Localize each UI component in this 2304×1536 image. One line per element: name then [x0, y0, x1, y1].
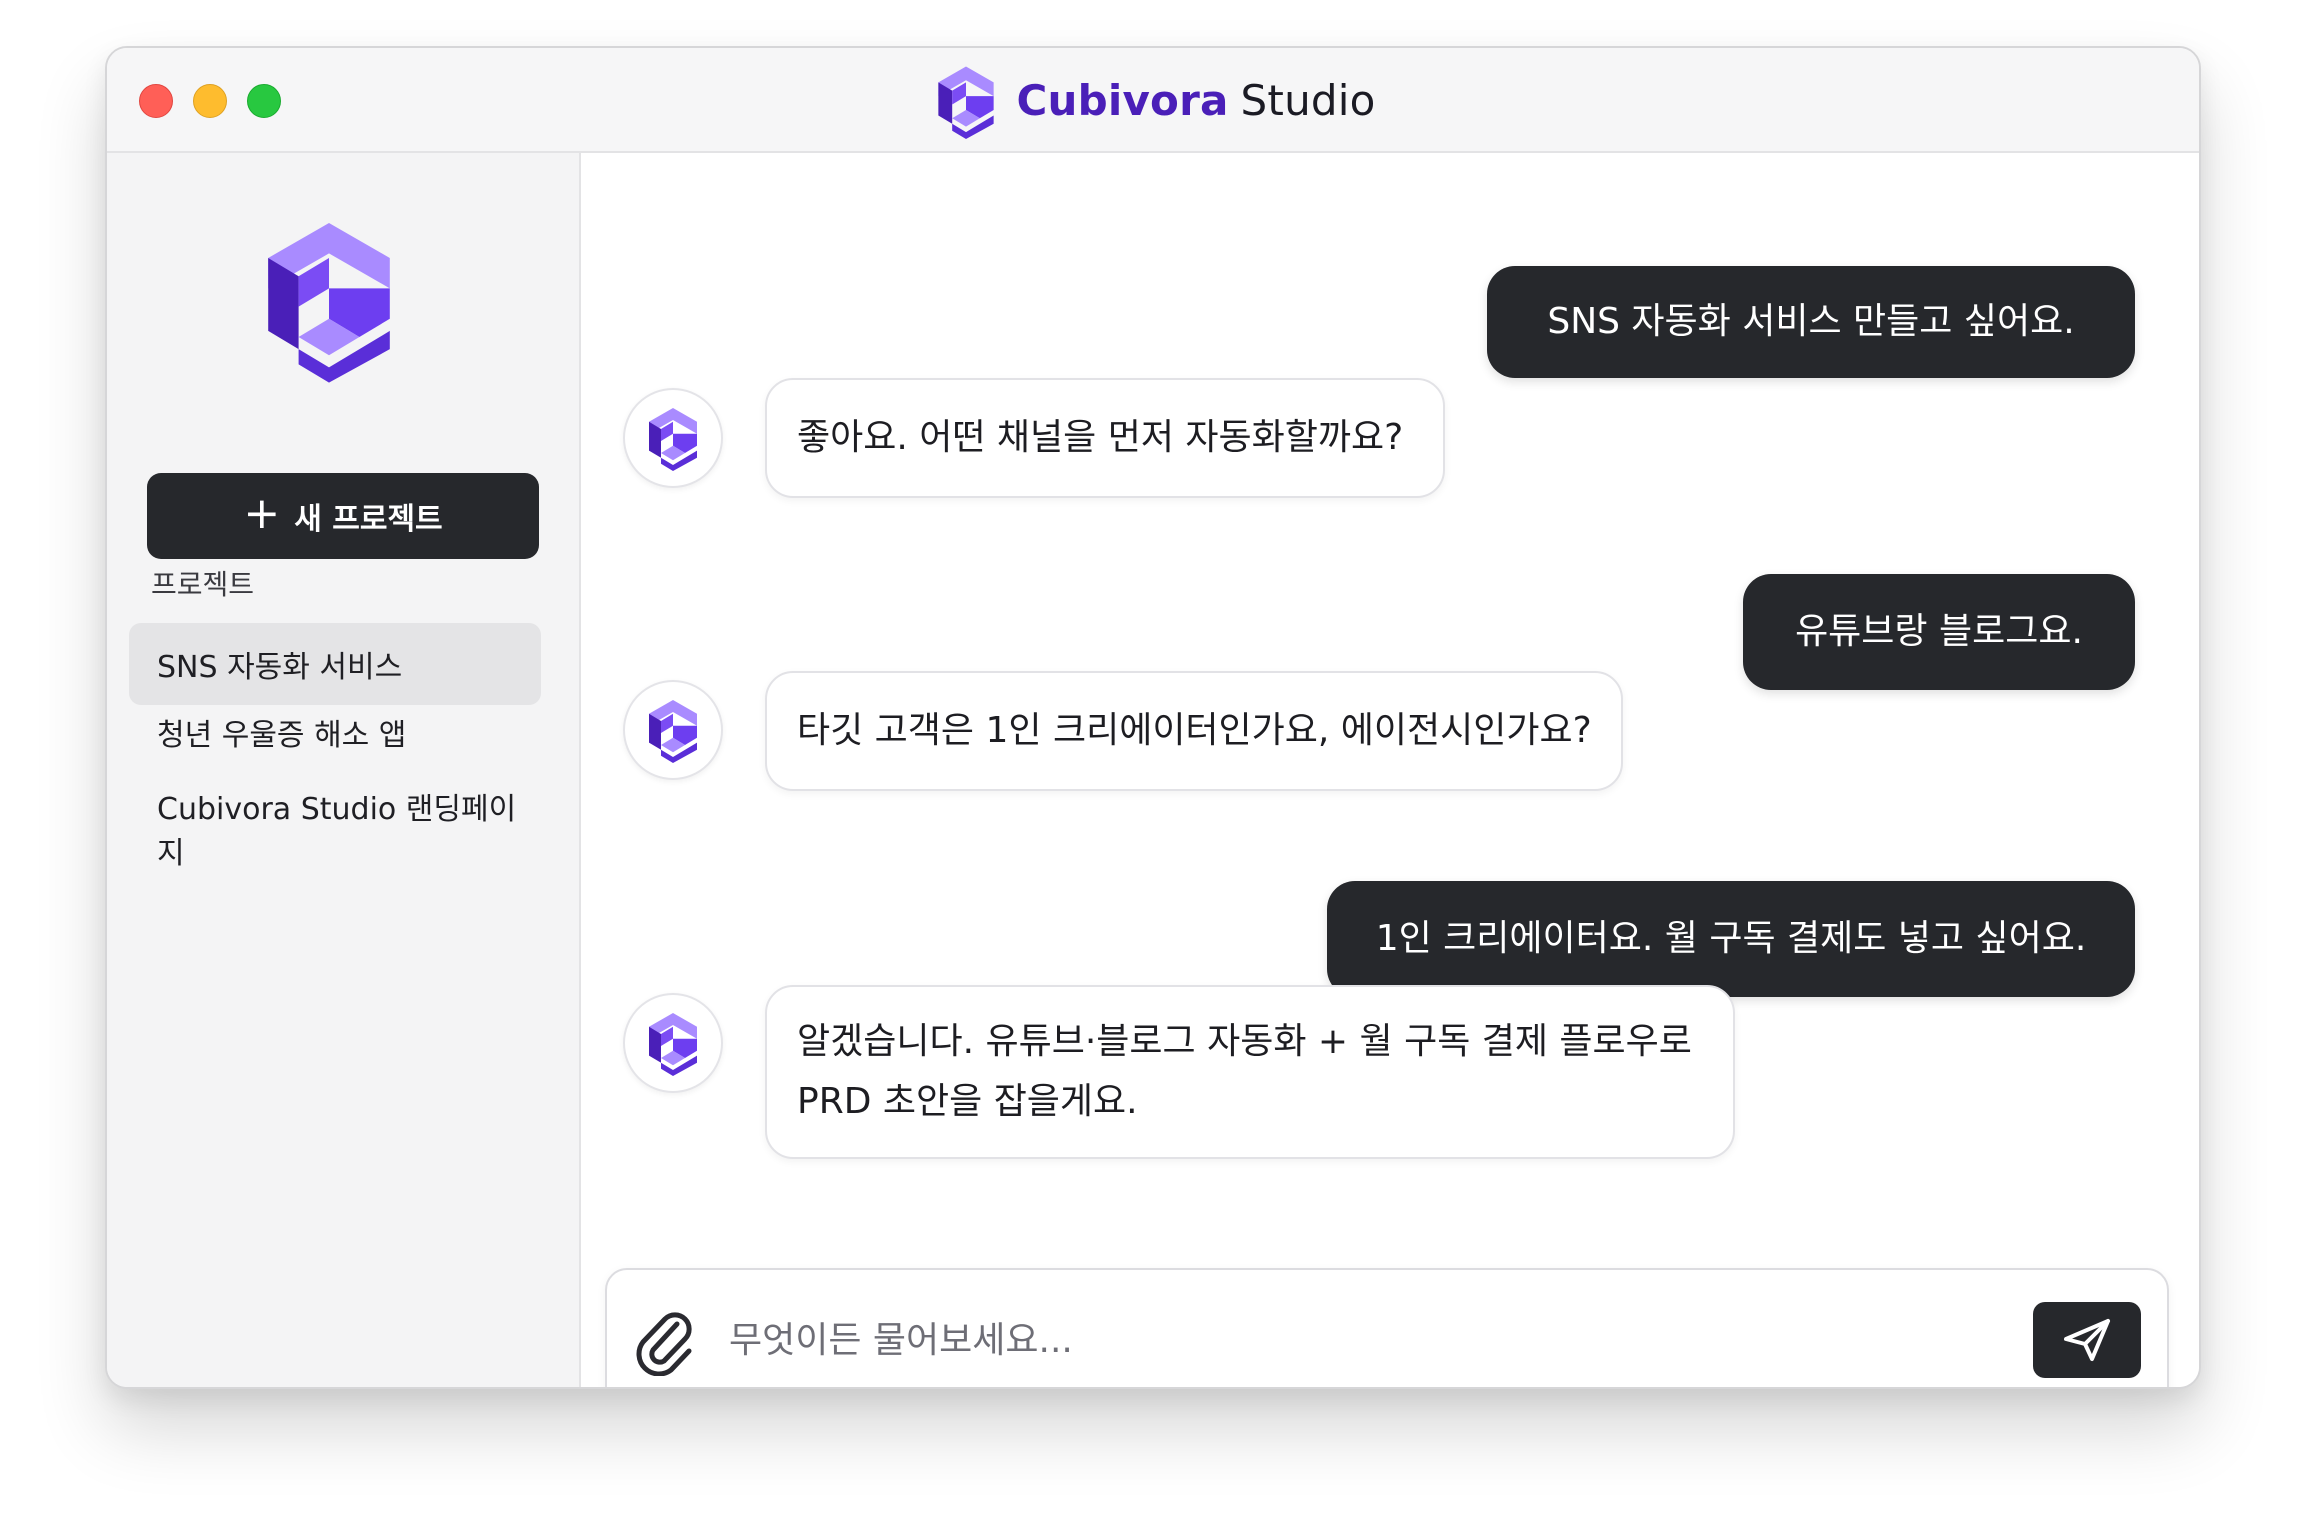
sidebar: + 새 프로젝트 프로젝트 SNS 자동화 서비스 청년 우울증 해소 앱 Cu…	[107, 153, 581, 1387]
brand-name: Cubivora	[1016, 76, 1229, 125]
brand-suffix: Studio	[1240, 76, 1376, 125]
plus-icon: +	[243, 488, 281, 539]
assistant-avatar	[623, 680, 723, 780]
user-message: SNS 자동화 서비스 만들고 싶어요.	[1487, 266, 2135, 378]
assistant-message: 타깃 고객은 1인 크리에이터인가요, 에이전시인가요?	[765, 671, 1623, 791]
send-icon	[2064, 1319, 2110, 1361]
cubivora-logo-icon	[649, 1013, 697, 1076]
app-window: Cubivora Studio + 새 프로젝트 프로젝트 SNS 자동화 서비스…	[105, 46, 2201, 1389]
sidebar-item-label: SNS 자동화 서비스	[157, 650, 403, 685]
cubivora-logo-icon	[649, 408, 697, 471]
sidebar-item-label: 청년 우울증 해소 앱	[157, 718, 407, 753]
chat-panel: SNS 자동화 서비스 만들고 싶어요. 좋아요. 어떤 채널을 먼저 자동화할…	[581, 153, 2199, 1387]
new-project-label: 새 프로젝트	[294, 502, 443, 537]
assistant-message: 좋아요. 어떤 채널을 먼저 자동화할까요?	[765, 378, 1445, 498]
assistant-message: 알겠습니다. 유튜브·블로그 자동화 + 월 구독 결제 플로우로 PRD 초안…	[765, 985, 1735, 1159]
cubivora-logo-icon	[268, 223, 390, 383]
app-brand: Cubivora Studio	[107, 48, 2199, 153]
message-composer	[605, 1268, 2169, 1387]
message-input[interactable]	[727, 1294, 2007, 1386]
title-bar: Cubivora Studio	[107, 48, 2199, 153]
assistant-avatar	[623, 993, 723, 1093]
user-message: 1인 크리에이터요. 월 구독 결제도 넣고 싶어요.	[1327, 881, 2135, 997]
paperclip-icon[interactable]	[633, 1306, 697, 1376]
cubivora-logo-icon	[649, 700, 697, 763]
sidebar-item-label: Cubivora Studio 랜딩페이지	[157, 792, 517, 871]
user-message: 유튜브랑 블로그요.	[1743, 574, 2135, 690]
new-project-button[interactable]: + 새 프로젝트	[147, 473, 539, 559]
projects-section-label: 프로젝트	[151, 568, 255, 601]
assistant-avatar	[623, 388, 723, 488]
sidebar-item-youth-depression-app[interactable]: 청년 우울증 해소 앱	[129, 687, 541, 777]
send-button[interactable]	[2033, 1302, 2141, 1378]
cubivora-logo-icon	[938, 65, 995, 139]
sidebar-item-landing-page[interactable]: Cubivora Studio 랜딩페이지	[129, 783, 541, 873]
